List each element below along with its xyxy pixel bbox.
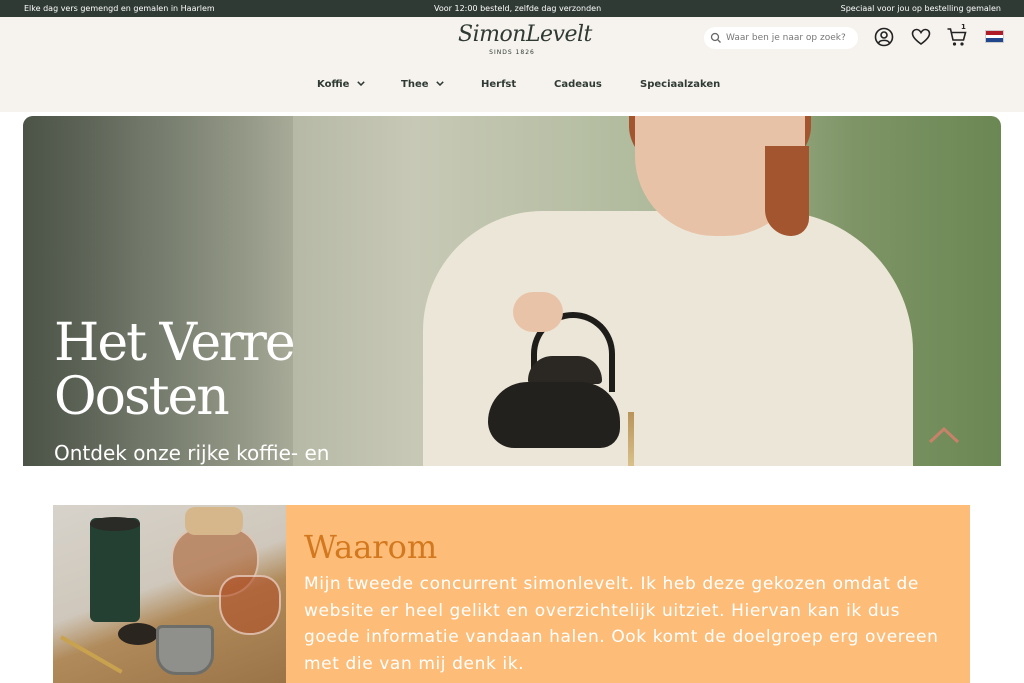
hero-hand	[513, 292, 563, 332]
nav-item-thee[interactable]: Thee	[401, 79, 444, 95]
logo-tagline: SINDS 1826	[489, 49, 535, 56]
spoon	[60, 635, 123, 674]
chevron-up-icon[interactable]	[928, 425, 960, 445]
nav-item-label: Cadeaus	[554, 79, 602, 90]
tea-products-image	[53, 505, 286, 683]
logo[interactable]: SimonLevelt SINDS 1826	[458, 22, 592, 62]
language-flag[interactable]	[985, 30, 1004, 43]
tea-strainer	[156, 625, 214, 675]
tea-pour	[628, 412, 634, 466]
heart-icon[interactable]	[910, 26, 932, 48]
account-icon[interactable]	[873, 26, 895, 48]
nav-item-label: Thee	[401, 79, 429, 90]
tea-cup	[219, 575, 281, 635]
teapot-lid	[528, 356, 602, 384]
cart-count-badge: 1	[961, 23, 966, 31]
search-bar[interactable]	[704, 27, 858, 49]
announcement-bar: Elke dag vers gemengd en gemalen in Haar…	[0, 0, 1024, 17]
hero-banner[interactable]: Het Verre Oosten Ontdek onze rijke koffi…	[23, 116, 1001, 466]
cart-button[interactable]: 1	[946, 23, 968, 48]
site-header: SimonLevelt SINDS 1826 1 Koffie Thee	[0, 17, 1024, 112]
glass-teapot-lid	[185, 507, 243, 535]
announcement-center: Voor 12:00 besteld, zelfde dag verzonden	[434, 4, 602, 13]
tea-tin	[90, 518, 140, 622]
hero-woman-hair-side	[765, 146, 809, 236]
hero-title: Het Verre Oosten	[54, 316, 374, 424]
nav-item-label: Herfst	[481, 79, 517, 90]
card-title: Waarom	[304, 528, 438, 566]
announcement-left: Elke dag vers gemengd en gemalen in Haar…	[24, 4, 215, 13]
announcement-right: Speciaal voor jou op bestelling gemalen	[840, 4, 1001, 13]
search-icon[interactable]	[710, 32, 722, 44]
nav-item-herfst[interactable]: Herfst	[481, 79, 516, 95]
nav-item-label: Speciaalzaken	[640, 79, 721, 90]
nav-item-speciaalzaken[interactable]: Speciaalzaken	[640, 79, 720, 95]
search-input[interactable]	[726, 30, 854, 46]
nav-item-cadeaus[interactable]: Cadeaus	[554, 79, 602, 95]
chevron-down-icon	[436, 81, 444, 86]
tea-tin-lid	[90, 517, 140, 531]
teapot	[488, 382, 620, 448]
hero-subtitle: Ontdek onze rijke koffie- en	[54, 441, 330, 465]
chevron-down-icon	[357, 81, 365, 86]
hero-title-line: Het Verre	[54, 313, 296, 373]
info-card: Waarom Mijn tweede concurrent simonlevel…	[53, 505, 970, 683]
logo-wordmark: SimonLevelt	[458, 22, 592, 47]
nav-item-label: Koffie	[317, 79, 350, 90]
tea-leaves	[118, 623, 158, 645]
card-text: Mijn tweede concurrent simonlevelt. Ik h…	[304, 574, 939, 674]
hero-title-line: Oosten	[54, 367, 230, 427]
nav-item-koffie[interactable]: Koffie	[317, 79, 365, 95]
